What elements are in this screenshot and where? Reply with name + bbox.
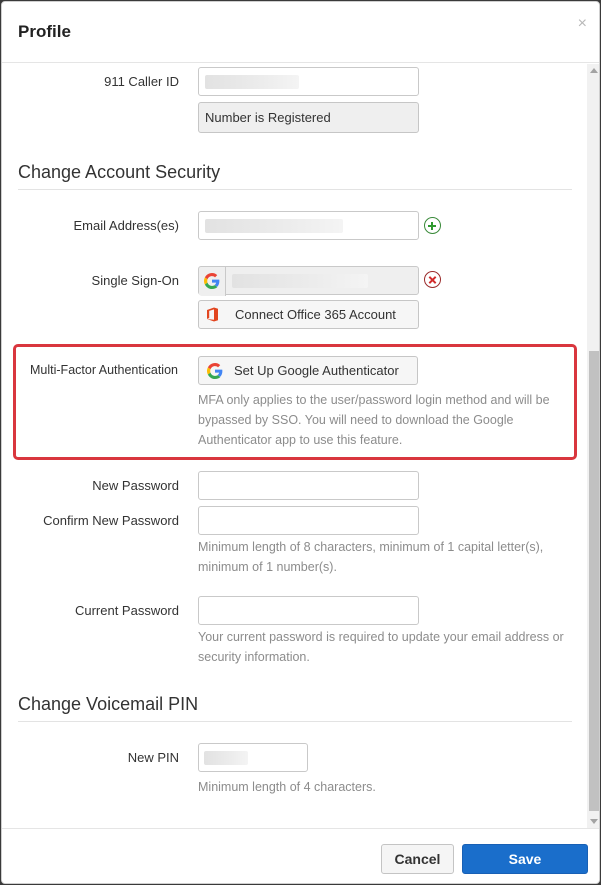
caller-id-label: 911 Caller ID [104, 74, 179, 89]
pin-input[interactable] [198, 743, 308, 772]
mfa-help-text: MFA only applies to the user/password lo… [198, 393, 550, 447]
close-icon[interactable]: × [578, 15, 587, 33]
add-icon[interactable] [424, 217, 441, 234]
pin-help-text: Minimum length of 4 characters. [198, 780, 376, 794]
save-button[interactable]: Save [462, 844, 588, 874]
modal-footer: Cancel Save [2, 828, 599, 883]
modal-title: Profile [18, 22, 71, 41]
connect-office-365-button[interactable]: Connect Office 365 Account [198, 300, 419, 329]
google-icon [207, 363, 223, 379]
scroll-thumb[interactable] [589, 351, 599, 811]
account-security-title: Change Account Security [18, 162, 221, 182]
email-input[interactable] [198, 211, 419, 240]
current-password-input[interactable] [198, 596, 419, 625]
setup-google-authenticator-label: Set Up Google Authenticator [234, 363, 399, 378]
scrollbar[interactable] [587, 64, 599, 828]
caller-id-input[interactable] [198, 67, 419, 96]
redacted-value [205, 219, 343, 233]
new-password-input[interactable] [198, 471, 419, 500]
current-password-help-text: Your current password is required to upd… [198, 630, 564, 664]
voicemail-title: Change Voicemail PIN [18, 694, 199, 714]
current-password-label: Current Password [74, 603, 179, 618]
email-label: Email Address(es) [73, 218, 179, 233]
sso-account-field [198, 266, 419, 296]
redacted-value [232, 274, 368, 288]
divider [18, 721, 572, 722]
office-365-icon [207, 307, 218, 322]
redacted-value [205, 75, 299, 89]
sso-label: Single Sign-On [91, 273, 179, 288]
confirm-password-label: Confirm New Password [43, 513, 179, 528]
profile-modal: Profile × 911 Caller ID Number is Regist… [1, 1, 600, 884]
divider [18, 189, 572, 190]
scroll-up-arrow-icon[interactable] [590, 68, 598, 73]
new-password-label: New Password [92, 478, 179, 493]
connect-office-365-label: Connect Office 365 Account [235, 307, 396, 322]
confirm-password-input[interactable] [198, 506, 419, 535]
setup-google-authenticator-button[interactable]: Set Up Google Authenticator [198, 356, 418, 385]
mfa-label: Multi-Factor Authentication [30, 363, 178, 377]
google-icon [199, 267, 226, 296]
modal-body: 911 Caller ID Number is Registered Chang… [2, 64, 586, 828]
caller-id-status: Number is Registered [198, 102, 419, 133]
password-help-text: Minimum length of 8 characters, minimum … [198, 540, 544, 574]
scroll-down-arrow-icon[interactable] [590, 819, 598, 824]
pin-label: New PIN [127, 750, 179, 765]
modal-header: Profile × [2, 2, 599, 63]
redacted-value [204, 751, 248, 765]
remove-icon[interactable] [424, 271, 441, 288]
cancel-button[interactable]: Cancel [381, 844, 454, 874]
